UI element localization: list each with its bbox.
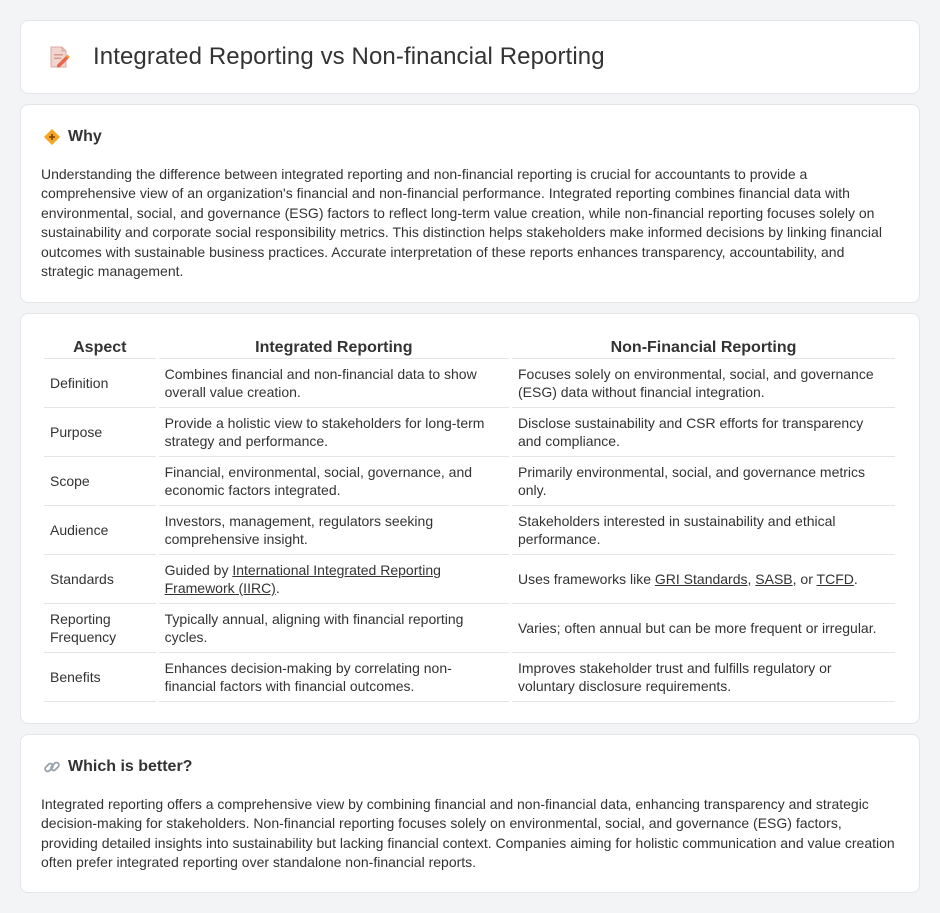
why-card: Why Understanding the difference between… [20,104,920,303]
text-suffix: . [275,580,280,596]
cell-nonfinancial: Disclose sustainability and CSR efforts … [511,408,895,457]
table-row: Benefits Enhances decision-making by cor… [44,653,895,702]
document-pencil-icon [47,45,71,69]
cell-aspect: Standards [44,555,156,604]
cell-nonfinancial: Stakeholders interested in sustainabilit… [511,506,895,555]
text-suffix: . [853,571,858,587]
table-row: Definition Combines financial and non-fi… [44,359,895,408]
why-paragraph: Understanding the difference between int… [41,166,882,280]
table-header-row: Aspect Integrated Reporting Non-Financia… [44,334,895,359]
header-nonfinancial: Non-Financial Reporting [511,334,895,359]
diamond-sign-icon [43,128,61,146]
text-prefix: Uses frameworks like [517,571,655,587]
table-row: Audience Investors, management, regulato… [44,506,895,555]
link-icon [43,758,61,776]
cell-aspect: Scope [44,457,156,506]
why-heading: Why [43,128,102,146]
tcfd-link[interactable]: TCFD [817,571,854,587]
better-heading: Which is better? [43,758,192,776]
comparison-card: Aspect Integrated Reporting Non-Financia… [20,313,920,724]
cell-nonfinancial: Focuses solely on environmental, social,… [511,359,895,408]
better-heading-label: Which is better? [68,758,193,775]
cell-aspect: Benefits [44,653,156,702]
cell-nonfinancial: Primarily environmental, social, and gov… [511,457,895,506]
table-row: Purpose Provide a holistic view to stake… [44,408,895,457]
cell-aspect: Reporting Frequency [44,604,156,653]
better-paragraph: Integrated reporting offers a comprehens… [41,796,895,871]
text-separator: , or [792,571,817,587]
header-aspect: Aspect [44,334,156,359]
cell-integrated: Combines financial and non-financial dat… [158,359,509,408]
comparison-table: Aspect Integrated Reporting Non-Financia… [41,334,898,702]
cell-nonfinancial: Varies; often annual but can be more fre… [511,604,895,653]
text-prefix: Guided by [164,562,233,578]
cell-integrated: Guided by International Integrated Repor… [158,555,509,604]
cell-integrated: Investors, management, regulators seekin… [158,506,509,555]
table-row: Scope Financial, environmental, social, … [44,457,895,506]
sasb-link[interactable]: SASB [755,571,792,587]
gri-standards-link[interactable]: GRI Standards [655,571,748,587]
cell-integrated: Financial, environmental, social, govern… [158,457,509,506]
cell-aspect: Definition [44,359,156,408]
cell-aspect: Purpose [44,408,156,457]
cell-integrated: Typically annual, aligning with financia… [158,604,509,653]
table-row: Standards Guided by International Integr… [44,555,895,604]
title-card: Integrated Reporting vs Non-financial Re… [20,20,920,94]
cell-aspect: Audience [44,506,156,555]
cell-nonfinancial: Uses frameworks like GRI Standards, SASB… [511,555,895,604]
why-heading-label: Why [68,128,102,145]
which-is-better-card: Which is better? Integrated reporting of… [20,734,920,893]
table-row: Reporting Frequency Typically annual, al… [44,604,895,653]
header-integrated: Integrated Reporting [158,334,509,359]
page-title: Integrated Reporting vs Non-financial Re… [93,43,605,70]
cell-nonfinancial: Improves stakeholder trust and fulfills … [511,653,895,702]
cell-integrated: Provide a holistic view to stakeholders … [158,408,509,457]
cell-integrated: Enhances decision-making by correlating … [158,653,509,702]
